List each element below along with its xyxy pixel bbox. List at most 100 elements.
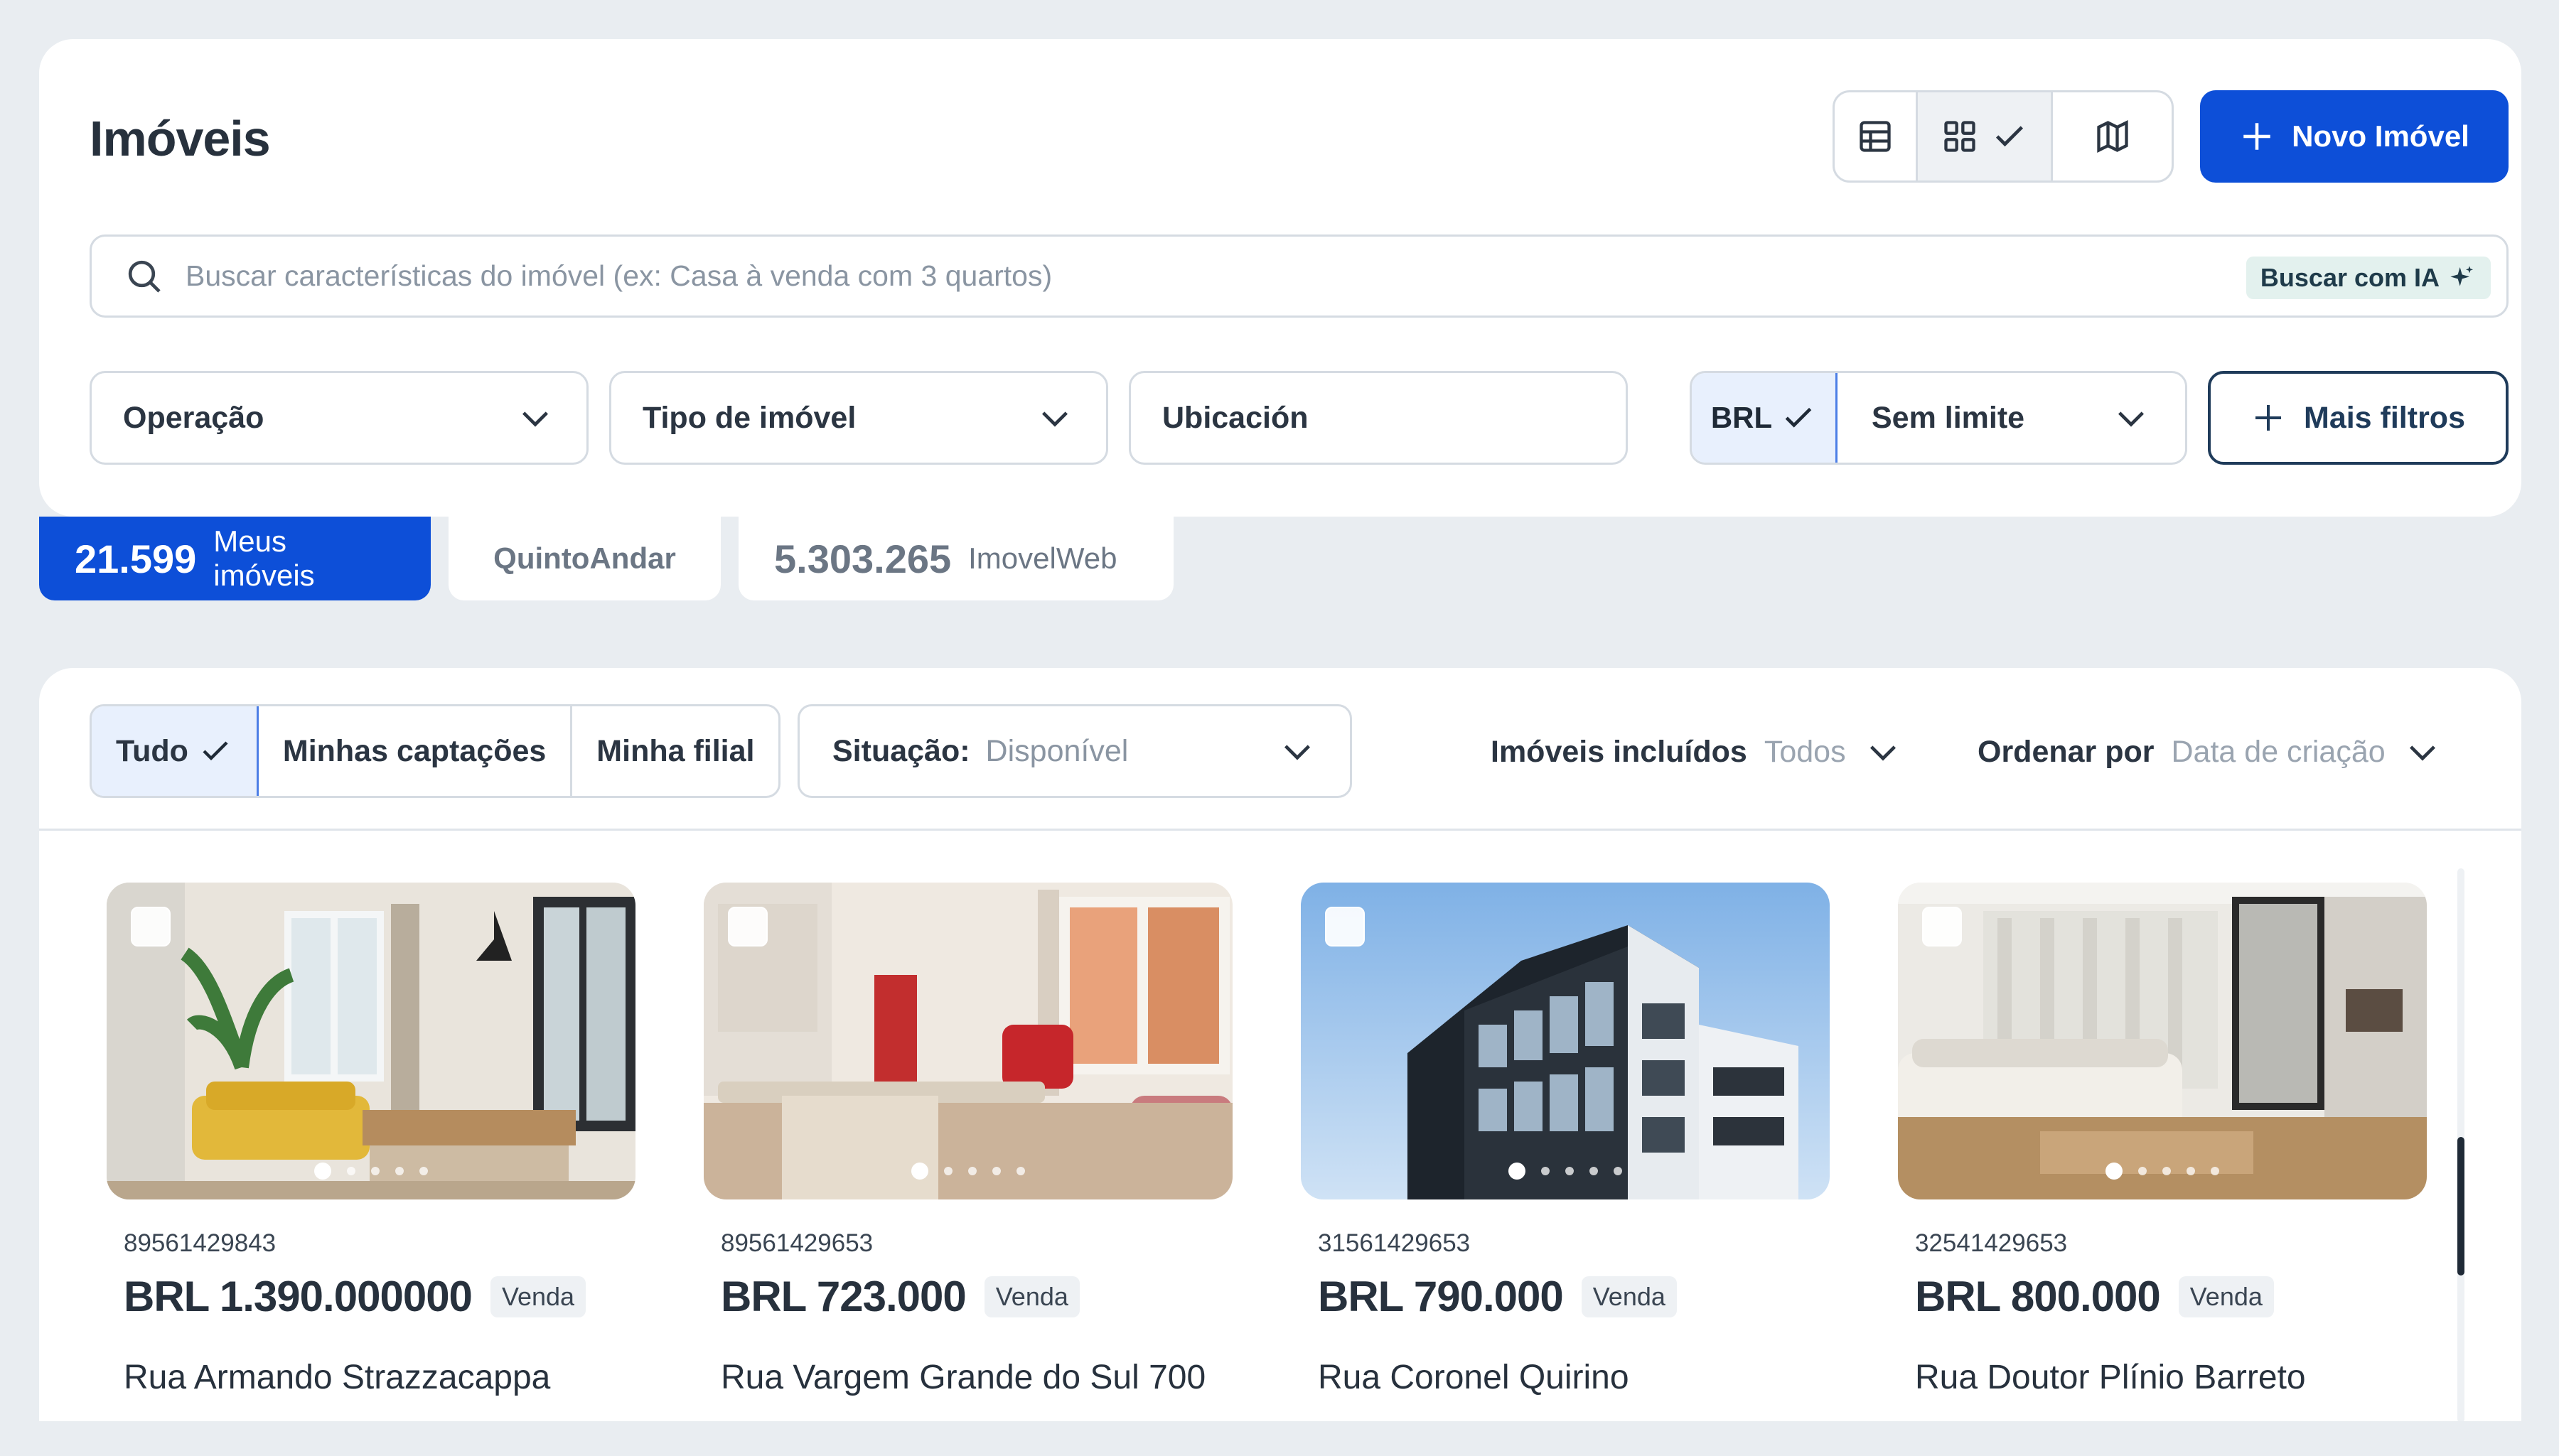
price-filter: BRL Sem limite: [1690, 371, 2187, 465]
check-icon: [1995, 126, 2023, 147]
segment-label: Minha filial: [596, 733, 755, 768]
view-toggle: [1833, 90, 2174, 183]
plus-icon: [2243, 123, 2270, 150]
search-input[interactable]: Buscar características do imóvel (ex: Ca…: [90, 234, 2509, 318]
segment-my-listings[interactable]: Minhas captações: [259, 706, 573, 796]
divider: [39, 829, 2521, 831]
property-list-panel: Tudo Minhas captações Minha filial Situa…: [39, 668, 2521, 1421]
carousel-dots[interactable]: [2105, 1163, 2219, 1180]
property-photo[interactable]: [107, 883, 635, 1199]
property-photo[interactable]: [1898, 883, 2427, 1199]
sort-key: Ordenar por: [1978, 734, 2155, 769]
operation-select[interactable]: Operação: [90, 371, 589, 465]
chevron-down-icon: [2409, 745, 2435, 761]
table-icon: [1860, 121, 1891, 152]
select-checkbox[interactable]: [1325, 907, 1365, 947]
property-price: BRL 1.390.000000: [124, 1273, 473, 1320]
property-price: BRL 723.000: [721, 1273, 967, 1320]
situation-value: Disponível: [985, 733, 1129, 768]
grid-view-button[interactable]: [1918, 92, 2053, 180]
property-card[interactable]: 31561429653 BRL 790.000 Venda Rua Corone…: [1301, 883, 1830, 1397]
tab-count: 5.303.265: [774, 536, 952, 581]
property-photo[interactable]: [704, 883, 1233, 1199]
sparkle-icon: [2450, 266, 2473, 286]
filters-panel: Imóveis Novo Imóvel Buscar característic…: [39, 39, 2521, 517]
grid-icon: [1943, 121, 1975, 152]
new-property-label: Novo Imóvel: [2292, 119, 2469, 153]
property-code: 31561429653: [1318, 1229, 1471, 1257]
included-value: Todos: [1764, 734, 1846, 769]
map-view-button[interactable]: [2053, 92, 2172, 180]
scrollbar-thumb[interactable]: [2457, 1137, 2464, 1276]
property-address: Rua Armando Strazzacappa: [124, 1359, 551, 1396]
check-icon: [203, 741, 228, 761]
operation-badge: Venda: [2178, 1276, 2274, 1317]
tab-label: ImovelWeb: [968, 541, 1117, 575]
property-address: Rua Coronel Quirino: [1318, 1359, 1629, 1396]
property-code: 32541429653: [1915, 1229, 2068, 1257]
property-address: Rua Vargem Grande do Sul 700: [721, 1359, 1206, 1396]
sort-value: Data de criação: [2171, 734, 2386, 769]
carousel-dots[interactable]: [1508, 1163, 1622, 1180]
chevron-down-icon: [1869, 745, 1896, 761]
segment-my-branch[interactable]: Minha filial: [572, 706, 778, 796]
property-price: BRL 800.000: [1915, 1273, 2161, 1320]
select-checkbox[interactable]: [728, 907, 768, 947]
property-photo[interactable]: [1301, 883, 1830, 1199]
currency-toggle[interactable]: BRL: [1692, 373, 1838, 463]
more-filters-button[interactable]: Mais filtros: [2208, 371, 2509, 465]
table-view-button[interactable]: [1835, 92, 1918, 180]
location-label: Ubicación: [1162, 400, 1309, 435]
included-key: Imóveis incluídos: [1491, 734, 1747, 769]
search-placeholder: Buscar características do imóvel (ex: Ca…: [186, 259, 1053, 292]
segment-all[interactable]: Tudo: [92, 706, 259, 796]
location-input[interactable]: Ubicación: [1129, 371, 1628, 465]
property-card[interactable]: 32541429653 BRL 800.000 Venda Rua Doutor…: [1898, 883, 2427, 1397]
new-property-button[interactable]: Novo Imóvel: [2200, 90, 2509, 183]
check-icon: [1785, 407, 1812, 428]
tab-imovelweb[interactable]: 5.303.265 ImovelWeb: [739, 517, 1174, 600]
plus-icon: [2255, 405, 2281, 431]
segment-label: Tudo: [116, 733, 188, 768]
situation-key: Situação:: [832, 733, 970, 768]
property-code: 89561429653: [721, 1229, 874, 1257]
property-card[interactable]: 89561429653 BRL 723.000 Venda Rua Vargem…: [704, 883, 1233, 1397]
tab-label: QuintoAndar: [493, 541, 676, 575]
property-code: 89561429843: [124, 1229, 277, 1257]
operation-badge: Venda: [984, 1276, 1080, 1317]
tab-my-properties[interactable]: 21.599 Meus imóveis: [39, 517, 431, 600]
operation-badge: Venda: [1581, 1276, 1677, 1317]
included-select[interactable]: Imóveis incluídos Todos: [1491, 732, 1903, 772]
operation-badge: Venda: [490, 1276, 586, 1317]
search-icon: [128, 260, 161, 293]
ai-search-button[interactable]: Buscar com IA: [2246, 257, 2491, 299]
price-limit-select[interactable]: Sem limite: [1838, 373, 2185, 463]
tab-count: 21.599: [75, 536, 197, 581]
operation-label: Operação: [123, 400, 264, 435]
chevron-down-icon: [1042, 411, 1068, 427]
living-room-image: [107, 883, 635, 1199]
carousel-dots[interactable]: [911, 1163, 1025, 1180]
property-type-select[interactable]: Tipo de imóvel: [609, 371, 1108, 465]
property-card[interactable]: 89561429843 BRL 1.390.000000 Venda Rua A…: [107, 883, 635, 1397]
tab-label: Meus imóveis: [213, 524, 315, 592]
property-address: Rua Doutor Plínio Barreto: [1915, 1359, 2306, 1396]
ownership-segmented-control: Tudo Minhas captações Minha filial: [90, 704, 781, 798]
select-checkbox[interactable]: [131, 907, 171, 947]
building-image: [1301, 883, 1830, 1199]
sort-select[interactable]: Ordenar por Data de criação: [1978, 732, 2442, 772]
property-price: BRL 790.000: [1318, 1273, 1564, 1320]
chevron-down-icon: [2118, 411, 2144, 427]
more-filters-label: Mais filtros: [2304, 400, 2465, 435]
price-limit-label: Sem limite: [1872, 400, 2025, 435]
ai-search-label: Buscar com IA: [2260, 263, 2440, 292]
currency-label: BRL: [1710, 401, 1773, 434]
modern-living-image: [1898, 883, 2427, 1199]
select-checkbox[interactable]: [1922, 907, 1962, 947]
tab-quintoandar[interactable]: QuintoAndar: [449, 517, 721, 600]
property-type-label: Tipo de imóvel: [643, 400, 857, 435]
segment-label: Minhas captações: [282, 733, 547, 768]
chevron-down-icon: [522, 411, 548, 427]
situation-select[interactable]: Situação: Disponível: [798, 704, 1352, 798]
carousel-dots[interactable]: [314, 1163, 428, 1180]
